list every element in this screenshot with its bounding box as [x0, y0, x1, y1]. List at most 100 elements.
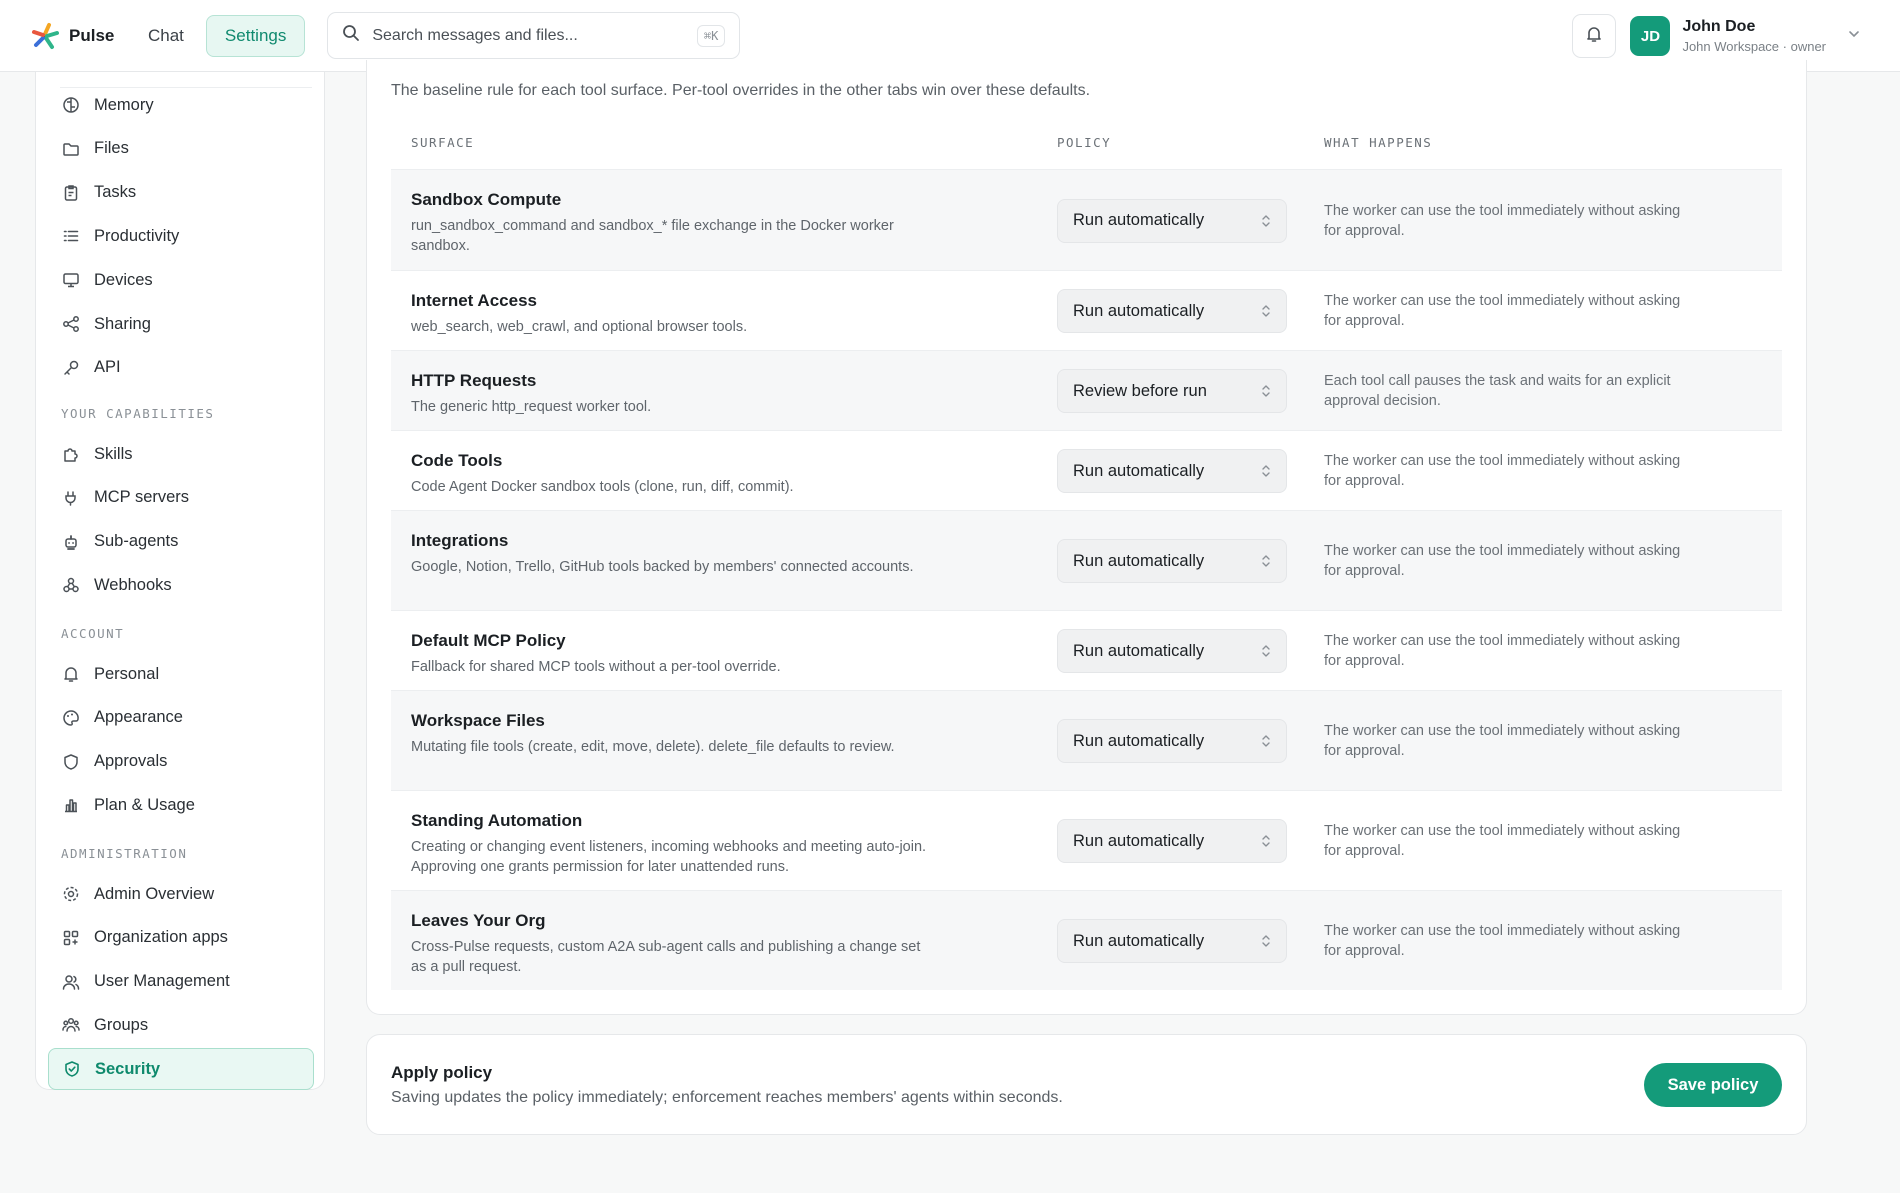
chevron-updown-icon: [1260, 932, 1272, 955]
sidebar-item-webhooks[interactable]: Webhooks: [48, 564, 314, 606]
sidebar-item-approvals[interactable]: Approvals: [48, 741, 314, 783]
sidebar-item-security[interactable]: Security: [48, 1048, 314, 1091]
surface-description: Google, Notion, Trello, GitHub tools bac…: [411, 559, 914, 575]
avatar[interactable]: JD: [1630, 16, 1671, 56]
sidebar-item-tasks[interactable]: Tasks: [48, 172, 314, 214]
policy-select[interactable]: Run automatically: [1057, 289, 1287, 333]
policy-select[interactable]: Run automatically: [1057, 629, 1287, 673]
sidebar-item-label: Skills: [94, 444, 133, 463]
sidebar-item-productivity[interactable]: Productivity: [48, 215, 314, 257]
notifications-button[interactable]: [1572, 14, 1617, 58]
key-icon: [62, 359, 80, 377]
policy-description: The baseline rule for each tool surface.…: [391, 82, 1091, 99]
surface-title: Integrations: [411, 531, 509, 550]
sidebar-item-api[interactable]: API: [48, 347, 314, 389]
surface-title: Default MCP Policy: [411, 631, 566, 650]
group-icon: [62, 1016, 80, 1034]
sidebar-item-user-management[interactable]: User Management: [48, 961, 314, 1003]
folder-icon: [62, 140, 80, 158]
sidebar-item-memory[interactable]: Memory: [48, 84, 314, 126]
bell-icon: [1585, 25, 1603, 48]
what-happens-text: The worker can use the tool immediately …: [1324, 723, 1681, 759]
surface-title: Workspace Files: [411, 711, 545, 730]
policy-select-value: Run automatically: [1073, 931, 1205, 950]
what-happens-text: Each tool call pauses the task and waits…: [1324, 373, 1671, 409]
what-happens-text: The worker can use the tool immediately …: [1324, 202, 1681, 239]
policy-select-value: Run automatically: [1073, 641, 1205, 660]
nav-chat[interactable]: Chat: [130, 16, 202, 56]
sidebar-item-groups[interactable]: Groups: [48, 1004, 314, 1046]
apply-policy-card: Apply policy Saving updates the policy i…: [366, 1034, 1807, 1135]
policy-select[interactable]: Run automatically: [1057, 719, 1287, 763]
policy-select[interactable]: Review before run: [1057, 369, 1287, 413]
surface-title: Code Tools: [411, 451, 503, 470]
policy-select[interactable]: Run automatically: [1057, 819, 1287, 863]
sidebar-item-label: Webhooks: [94, 575, 172, 594]
sidebar-item-label: API: [94, 358, 121, 377]
palette-icon: [62, 709, 80, 727]
what-happens-text: The worker can use the tool immediately …: [1324, 293, 1681, 329]
sidebar-item-label: Sharing: [94, 314, 151, 333]
app-name: Pulse: [69, 25, 115, 45]
apply-policy-title: Apply policy: [391, 1063, 493, 1082]
chevron-updown-icon: [1260, 732, 1272, 755]
sidebar-item-label: Groups: [94, 1015, 149, 1034]
user-menu[interactable]: John Doe John Workspace · owner: [1682, 18, 1826, 54]
what-happens-text: The worker can use the tool immediately …: [1324, 543, 1681, 579]
policy-select[interactable]: Run automatically: [1057, 198, 1287, 243]
sidebar-item-label: Sub-agents: [94, 532, 179, 551]
gear-icon: [62, 885, 80, 903]
policy-select[interactable]: Run automatically: [1057, 919, 1287, 963]
policy-row-internet-access: Internet Access web_search, web_crawl, an…: [391, 270, 1782, 350]
sidebar-item-sub-agents[interactable]: Sub-agents: [48, 521, 314, 563]
surface-title: Internet Access: [411, 291, 537, 310]
surface-description: run_sandbox_command and sandbox_* file e…: [411, 218, 894, 254]
sidebar-item-devices[interactable]: Devices: [48, 259, 314, 301]
chevron-down-icon[interactable]: [1848, 27, 1860, 45]
users-icon: [62, 973, 80, 991]
puzzle-icon: [62, 445, 80, 463]
user-name: John Doe: [1682, 18, 1756, 35]
sidebar-item-label: Plan & Usage: [94, 795, 195, 814]
sidebar-item-label: Personal: [94, 664, 160, 683]
pulse-logo-icon: [32, 22, 59, 49]
sidebar-item-appearance[interactable]: Appearance: [48, 697, 314, 739]
search-input[interactable]: Search messages and files... ⌘K: [327, 12, 741, 59]
sidebar-item-organization-apps[interactable]: Organization apps: [48, 917, 314, 959]
shield-icon: [62, 753, 80, 771]
policy-select-value: Run automatically: [1073, 301, 1205, 320]
webhook-icon: [62, 576, 80, 594]
list-icon: [62, 227, 80, 245]
surface-title: Leaves Your Org: [411, 911, 546, 930]
apps-icon: [62, 929, 80, 947]
nav-settings[interactable]: Settings: [205, 14, 306, 57]
policy-select-value: Run automatically: [1073, 831, 1205, 850]
what-happens-text: The worker can use the tool immediately …: [1324, 633, 1681, 669]
search-icon: [342, 24, 360, 47]
save-policy-button[interactable]: Save policy: [1644, 1063, 1782, 1107]
sidebar-item-plan-and-usage[interactable]: Plan & Usage: [48, 784, 314, 826]
sidebar-item-admin-overview[interactable]: Admin Overview: [48, 873, 314, 915]
sidebar: Memory Files Tasks Productivity Devices Shari…: [35, 72, 325, 1091]
logo[interactable]: Pulse: [30, 21, 120, 51]
chevron-updown-icon: [1260, 642, 1272, 665]
sidebar-item-label: Approvals: [94, 752, 168, 771]
brain-icon: [62, 96, 80, 114]
policy-select-value: Run automatically: [1073, 731, 1205, 750]
sidebar-item-files[interactable]: Files: [48, 128, 314, 170]
sidebar-item-label: Files: [94, 139, 129, 158]
column-header-what-happens: WHAT HAPPENS: [1324, 135, 1433, 150]
policy-row-workspace-files: Workspace Files Mutating file tools (crea…: [391, 690, 1782, 790]
policy-select[interactable]: Run automatically: [1057, 539, 1287, 583]
bell-icon: [62, 665, 80, 683]
surface-title: Sandbox Compute: [411, 190, 562, 209]
search-placeholder: Search messages and files...: [372, 26, 578, 44]
sidebar-item-mcp-servers[interactable]: MCP servers: [48, 477, 314, 519]
monitor-icon: [62, 271, 80, 289]
sidebar-item-sharing[interactable]: Sharing: [48, 303, 314, 345]
sidebar-item-skills[interactable]: Skills: [48, 433, 314, 475]
policy-row-default-mcp-policy: Default MCP Policy Fallback for shared MC…: [391, 610, 1782, 690]
policy-select[interactable]: Run automatically: [1057, 449, 1287, 493]
sidebar-item-personal[interactable]: Personal: [48, 653, 314, 695]
shield-check-icon: [63, 1060, 81, 1078]
